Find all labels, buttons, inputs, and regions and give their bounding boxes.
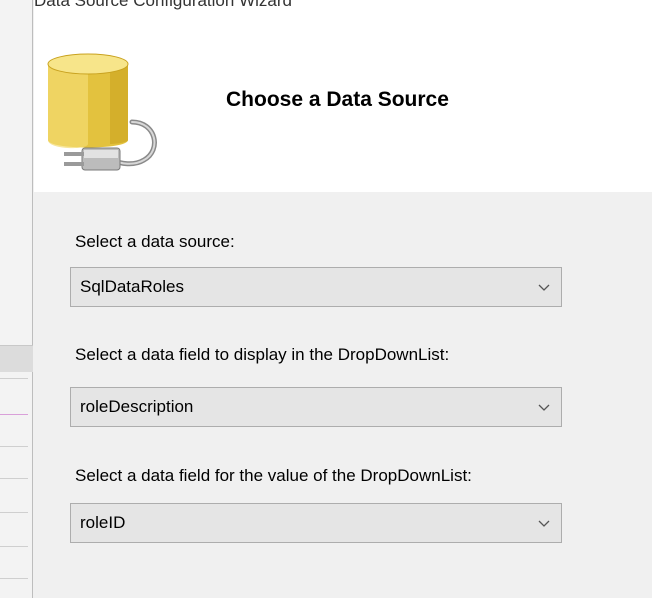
background-toolbar-band — [0, 345, 33, 372]
data-source-value: SqlDataRoles — [80, 277, 184, 296]
display-field-value: roleDescription — [80, 397, 194, 416]
wizard-header: Choose a Data Source — [34, 22, 652, 192]
background-window-strip — [0, 0, 33, 598]
chevron-down-icon[interactable] — [537, 400, 551, 414]
background-divider — [0, 578, 28, 579]
display-field-label: Select a data field to display in the Dr… — [75, 345, 450, 364]
background-divider — [0, 512, 28, 513]
value-field-dropdown[interactable]: roleID — [70, 503, 562, 543]
value-field-label: Select a data field for the value of the… — [75, 466, 472, 485]
window-title: Data Source Configuration Wizard — [34, 0, 292, 10]
data-source-dropdown[interactable]: SqlDataRoles — [70, 267, 562, 307]
background-divider — [0, 478, 28, 479]
data-source-label: Select a data source: — [75, 232, 235, 251]
chevron-down-icon[interactable] — [537, 280, 551, 294]
background-divider — [0, 546, 28, 547]
chevron-down-icon[interactable] — [537, 516, 551, 530]
value-field-value: roleID — [80, 513, 126, 532]
form-area: Select a data source: SqlDataRoles Selec… — [34, 192, 652, 598]
display-field-dropdown[interactable]: roleDescription — [70, 387, 562, 427]
background-divider — [0, 378, 28, 379]
background-divider — [0, 414, 28, 415]
background-divider — [0, 446, 28, 447]
title-bar[interactable]: Data Source Configuration Wizard — [34, 0, 652, 22]
data-source-wizard-dialog: Data Source Configuration Wizard Choose … — [34, 0, 652, 598]
page-title: Choose a Data Source — [226, 88, 449, 111]
database-plug-icon — [47, 53, 157, 171]
